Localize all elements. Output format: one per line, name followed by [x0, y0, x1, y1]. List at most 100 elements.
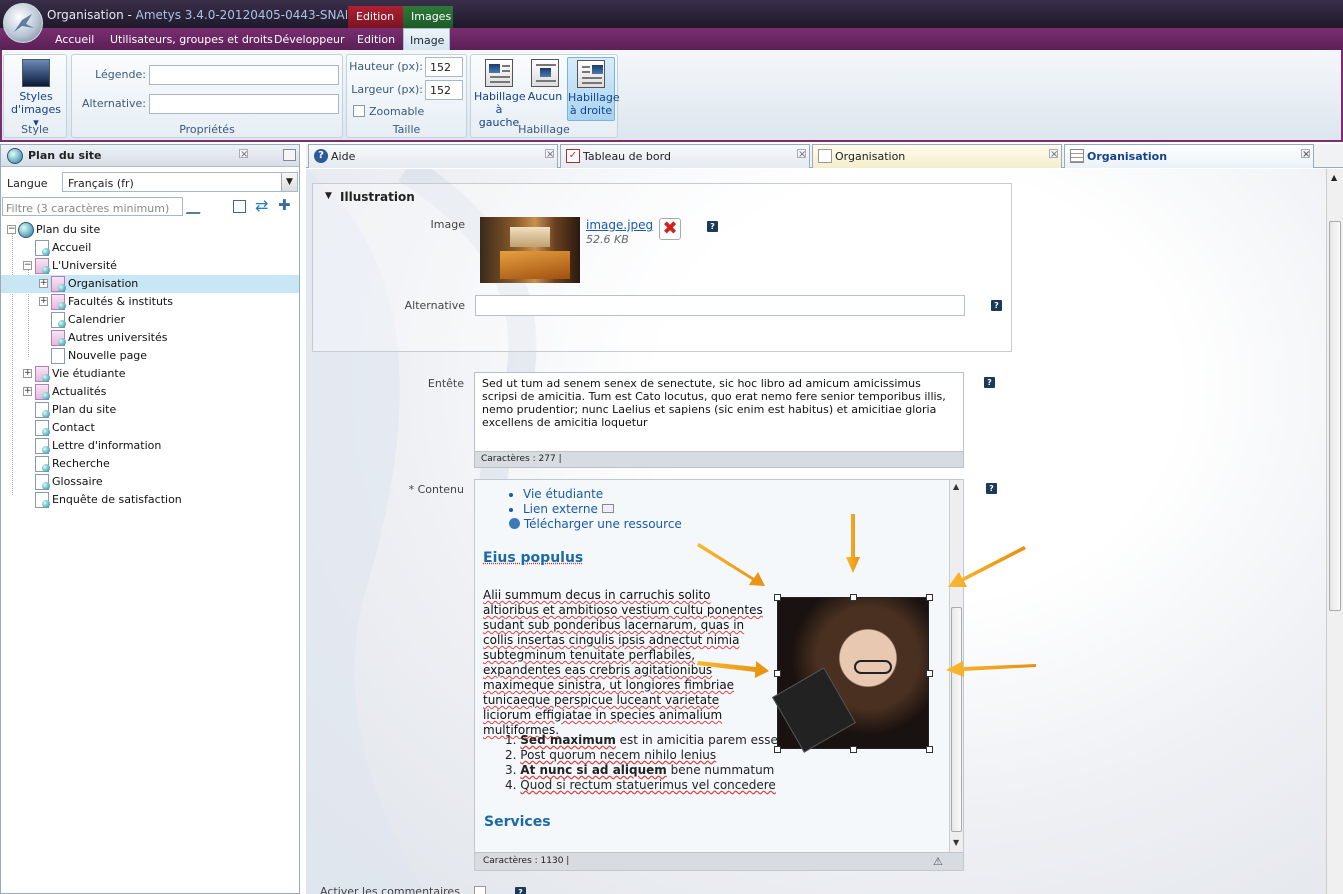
tree-item-recherche[interactable]: Recherche — [1, 455, 299, 473]
help-icon[interactable]: ? — [986, 483, 997, 494]
tree-item-organisation[interactable]: + Organisation — [1, 275, 299, 293]
chevron-down-icon[interactable]: ▼ — [325, 191, 332, 201]
wrap-right-icon — [577, 60, 605, 88]
page-icon — [818, 149, 832, 163]
tab-edition[interactable]: Edition — [357, 30, 395, 50]
tab-organisation-content[interactable]: Organisation × — [1064, 144, 1314, 168]
content-form: ▼ Illustration Image image.jpeg 52.6 KB … — [306, 169, 1326, 894]
image-thumbnail[interactable] — [480, 217, 580, 283]
refresh-icon[interactable]: ⇄ — [255, 196, 268, 215]
page-icon — [35, 366, 50, 382]
tree-item-plan-du-site[interactable]: Plan du site — [1, 401, 299, 419]
content-numbered-list: 1. Sed maximum est in amicitia parem ess… — [505, 733, 778, 793]
close-icon[interactable]: × — [1049, 149, 1058, 160]
expand-icon[interactable]: + — [23, 369, 32, 378]
alternative-input[interactable] — [475, 295, 965, 316]
image-file-link[interactable]: image.jpeg — [586, 218, 653, 232]
tab-dashboard[interactable]: ✓ Tableau de bord × — [560, 144, 810, 168]
legend-input[interactable] — [149, 65, 339, 85]
image-styles-label-1: Styles — [19, 90, 53, 103]
expand-icon[interactable]: + — [39, 279, 48, 288]
properties-group-label: Propriétés — [179, 123, 235, 136]
collapse-icon[interactable]: − — [23, 261, 32, 270]
wrap-group-label: Habillage — [518, 123, 570, 136]
scroll-up-icon[interactable]: ▲ — [1331, 173, 1337, 182]
close-icon[interactable]: × — [239, 149, 248, 160]
wrap-left-button[interactable]: Habillage à gauche — [474, 57, 526, 129]
chevron-down-icon[interactable]: ▼ — [281, 173, 297, 191]
tab-developpeur[interactable]: Développeur — [274, 30, 345, 50]
width-input[interactable]: 152 — [425, 80, 463, 100]
filter-input[interactable]: Filtre (3 caractères minimum) — [2, 197, 183, 216]
list-item: 4. Quod si rectum statuerimus vel conced… — [505, 778, 776, 792]
tab-image[interactable]: Image — [403, 28, 450, 50]
wrap-none-button[interactable]: Aucun — [527, 57, 563, 103]
tab-accueil[interactable]: Accueil — [55, 30, 94, 50]
comments-label: Activer les commentaires — [320, 885, 460, 894]
tree-item-vie-etudiante[interactable]: + Vie étudiante — [1, 365, 299, 383]
delete-image-icon[interactable]: ✖ — [659, 218, 681, 240]
alt-input[interactable] — [149, 94, 339, 114]
tree-item-enquete[interactable]: Enquête de satisfaction — [1, 491, 299, 509]
collapse-panel-icon[interactable] — [283, 149, 296, 161]
tree-label: Vie étudiante — [52, 367, 126, 380]
sitemap-header: Plan du site × — [1, 145, 299, 167]
tree-item-accueil[interactable]: Accueil — [1, 239, 299, 257]
tree-item-autres-universites[interactable]: Autres universités — [1, 329, 299, 347]
close-icon[interactable]: × — [797, 149, 806, 160]
scroll-up-icon[interactable]: ▲ — [953, 482, 959, 491]
link-vie-etudiante[interactable]: Vie étudiante — [523, 487, 682, 502]
close-icon[interactable]: × — [545, 149, 554, 160]
link-external[interactable]: Lien externe — [523, 502, 682, 517]
help-icon[interactable]: ? — [515, 887, 526, 894]
close-icon[interactable]: × — [1301, 149, 1310, 160]
app-logo-icon[interactable] — [3, 3, 43, 43]
wrap-right-button[interactable]: Habillage à droite — [567, 57, 620, 121]
page-icon — [51, 276, 66, 292]
scroll-down-icon[interactable]: ▼ — [953, 838, 959, 847]
expand-icon[interactable]: + — [23, 387, 32, 396]
header-label: Entête — [427, 377, 464, 390]
height-input[interactable]: 152 — [425, 57, 463, 77]
tab-organisation-page[interactable]: Organisation × — [812, 144, 1062, 168]
main-scroll-thumb[interactable] — [1329, 221, 1341, 611]
main-scrollbar[interactable]: ▲ — [1326, 169, 1343, 894]
link-download[interactable]: Télécharger une ressource — [509, 517, 682, 532]
wrap-right-label-1: Habillage — [568, 91, 620, 104]
collapse-all-icon[interactable] — [233, 200, 246, 213]
zoomable-checkbox[interactable] — [353, 105, 365, 117]
tree-item-actualites[interactable]: + Actualités — [1, 383, 299, 401]
help-icon[interactable]: ? — [991, 300, 1002, 311]
link-external-label: Lien externe — [523, 502, 598, 516]
header-textarea[interactable]: Sed ut tum ad senem senex de senectute, … — [474, 372, 964, 468]
language-label: Langue — [7, 177, 48, 190]
tree-label: Plan du site — [36, 223, 101, 236]
tree-item-contact[interactable]: Contact — [1, 419, 299, 437]
tab-users-groups-rights[interactable]: Utilisateurs, groupes et droits — [110, 30, 273, 50]
expand-icon[interactable]: + — [39, 297, 48, 306]
page-icon — [35, 474, 50, 490]
tree-item-sitemap-root[interactable]: − Plan du site — [1, 221, 299, 239]
tree-item-nouvelle-page[interactable]: Nouvelle page — [1, 347, 299, 365]
sitemap-title: Plan du site — [28, 149, 102, 162]
help-icon[interactable]: ? — [707, 221, 718, 232]
tree-label: Accueil — [52, 241, 92, 254]
language-select[interactable]: Français (fr) ▼ — [62, 172, 298, 192]
tree-item-facultes[interactable]: + Facultés & instituts — [1, 293, 299, 311]
tab-aide[interactable]: ? Aide × — [308, 144, 558, 168]
tree-item-lettre-information[interactable]: Lettre d'information — [1, 437, 299, 455]
tree-item-universite[interactable]: − L'Université — [1, 257, 299, 275]
tree-label: Glossaire — [52, 475, 103, 488]
plugin-icon[interactable]: ✚ — [278, 196, 291, 214]
page-icon — [35, 438, 50, 454]
tree-item-glossaire[interactable]: Glossaire — [1, 473, 299, 491]
image-styles-button[interactable]: Styles d'images ▾ — [8, 57, 64, 129]
window-title: Organisation - Ametys 3.4.0-20120405-044… — [47, 8, 347, 22]
help-icon[interactable]: ? — [984, 377, 995, 388]
content-counter: Caractères : 1130 | ⚠ — [475, 852, 963, 870]
tree-item-calendrier[interactable]: Calendrier — [1, 311, 299, 329]
collapse-icon[interactable]: − — [7, 225, 16, 234]
clear-filter-icon[interactable] — [185, 200, 207, 214]
comments-checkbox[interactable] — [474, 886, 486, 894]
blank-page-icon — [51, 348, 65, 364]
